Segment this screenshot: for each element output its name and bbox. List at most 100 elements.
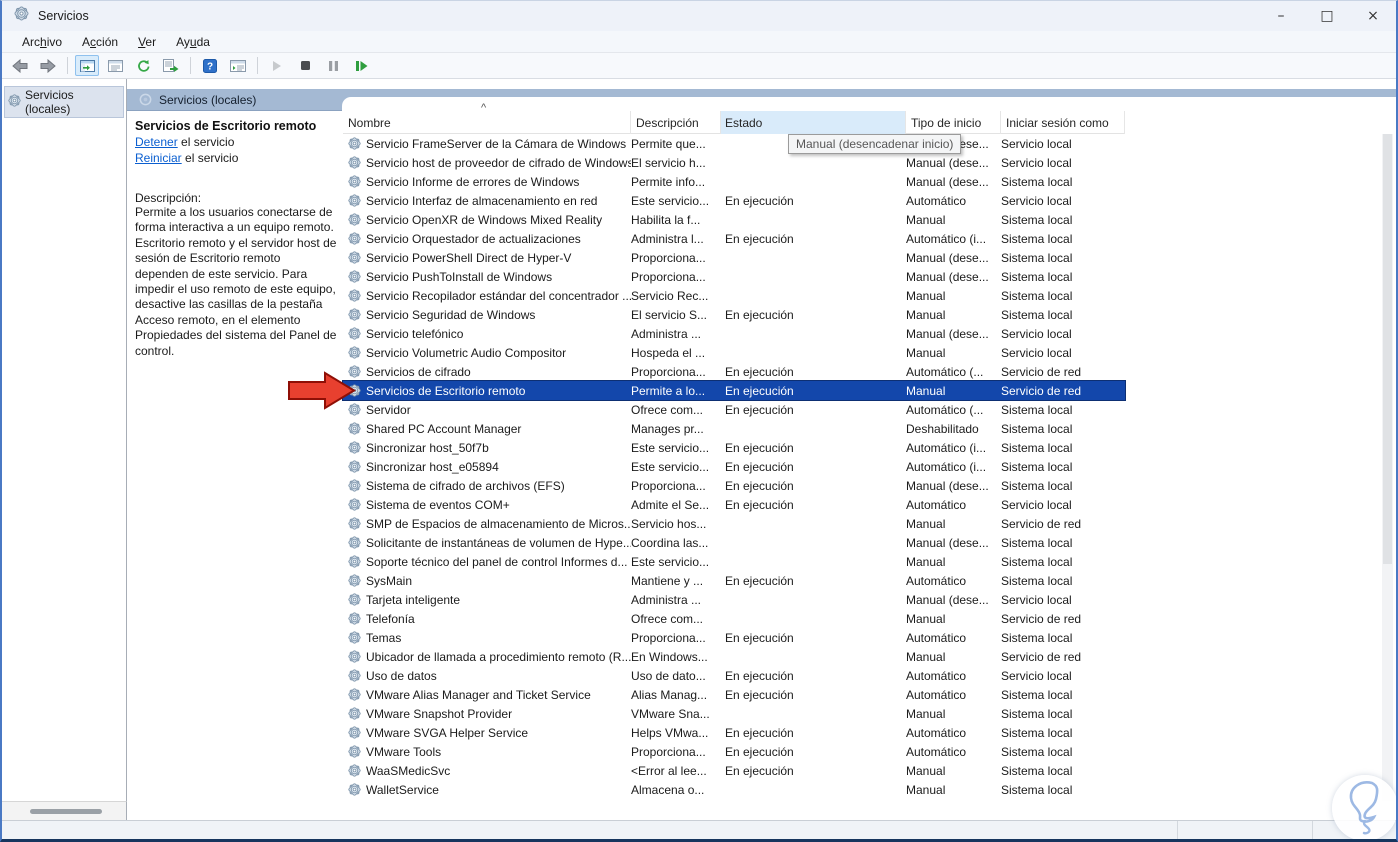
- service-startup-type-cell: Manual: [906, 307, 946, 322]
- table-row[interactable]: VMware Snapshot Provider VMware Sna... M…: [343, 704, 1125, 723]
- tree-horizontal-scrollbar[interactable]: [2, 801, 127, 820]
- scrollbar-thumb[interactable]: [30, 809, 102, 814]
- service-startup-type-cell: Automático: [906, 573, 967, 588]
- table-row[interactable]: Servicio Seguridad de Windows El servici…: [343, 305, 1125, 324]
- service-gear-icon: [348, 175, 361, 188]
- table-row[interactable]: SysMain Mantiene y ... En ejecución Auto…: [343, 571, 1125, 590]
- table-row[interactable]: SMP de Espacios de almacenamiento de Mic…: [343, 514, 1125, 533]
- service-gear-icon: [348, 460, 361, 473]
- table-row[interactable]: Servicio telefónico Administra ... Manua…: [343, 324, 1125, 343]
- start-service-icon[interactable]: [265, 55, 289, 76]
- table-row[interactable]: Tarjeta inteligente Administra ... Manua…: [343, 590, 1125, 609]
- selected-service-title: Servicios de Escritorio remoto: [135, 119, 317, 133]
- table-row[interactable]: Sincronizar host_50f7b Este servicio... …: [343, 438, 1125, 457]
- menu-item[interactable]: Ver: [128, 33, 166, 51]
- table-row[interactable]: Servicio Interfaz de almacenamiento en r…: [343, 191, 1125, 210]
- restart-service-link[interactable]: Reiniciar: [135, 151, 182, 165]
- table-row[interactable]: Servicio Orquestador de actualizaciones …: [343, 229, 1125, 248]
- table-row[interactable]: Servicios de Escritorio remoto Permite a…: [342, 380, 1126, 401]
- menu-item[interactable]: Acción: [72, 33, 128, 51]
- service-status-cell: En ejecución: [725, 231, 794, 246]
- table-row[interactable]: Uso de datos Uso de dato... En ejecución…: [343, 666, 1125, 685]
- refresh-icon[interactable]: [131, 55, 155, 76]
- table-row[interactable]: Temas Proporciona... En ejecución Automá…: [343, 628, 1125, 647]
- sort-ascending-icon: ^: [481, 102, 487, 114]
- table-row[interactable]: Servicio OpenXR de Windows Mixed Reality…: [343, 210, 1125, 229]
- stop-service-icon[interactable]: [293, 55, 317, 76]
- table-row[interactable]: VMware Alias Manager and Ticket Service …: [343, 685, 1125, 704]
- menu-item[interactable]: Ayuda: [166, 33, 220, 51]
- service-startup-type-cell: Manual (dese...: [906, 269, 989, 284]
- service-startup-type-cell: Automático (i...: [906, 459, 987, 474]
- column-header-tipo-de-inicio[interactable]: Tipo de inicio: [906, 111, 1001, 134]
- table-row[interactable]: Servicio FrameServer de la Cámara de Win…: [343, 134, 1125, 153]
- title-bar[interactable]: Servicios – □ ×: [2, 1, 1396, 31]
- table-row[interactable]: Ubicador de llamada a procedimiento remo…: [343, 647, 1125, 666]
- help-icon[interactable]: ?: [198, 55, 222, 76]
- show-console-tree-icon[interactable]: [75, 55, 99, 76]
- column-header-descripcion[interactable]: Descripción: [631, 111, 721, 134]
- table-row[interactable]: WaaSMedicSvc <Error al lee... En ejecuci…: [343, 761, 1125, 780]
- column-header-iniciar-sesion-como[interactable]: Iniciar sesión como: [1001, 111, 1125, 134]
- table-row[interactable]: Shared PC Account Manager Manages pr... …: [343, 419, 1125, 438]
- service-name-cell: SMP de Espacios de almacenamiento de Mic…: [343, 514, 631, 533]
- service-logon-as-cell: Sistema local: [1001, 307, 1073, 322]
- service-logon-as-cell: Servicio de red: [1001, 649, 1082, 664]
- menu-item[interactable]: Archivo: [12, 33, 72, 51]
- table-row[interactable]: Servicio PushToInstall de Windows Propor…: [343, 267, 1125, 286]
- restart-service-icon[interactable]: [349, 55, 373, 76]
- service-logon-as-cell: Sistema local: [1001, 421, 1073, 436]
- table-row[interactable]: Servicio Volumetric Audio Compositor Hos…: [343, 343, 1125, 362]
- maximize-button[interactable]: □: [1304, 1, 1350, 31]
- service-startup-type-cell: Deshabilitado: [906, 421, 979, 436]
- table-row[interactable]: Servicio PowerShell Direct de Hyper-V Pr…: [343, 248, 1125, 267]
- extended-view-icon[interactable]: [226, 55, 250, 76]
- properties-icon[interactable]: [103, 55, 127, 76]
- service-status-cell: [721, 153, 906, 172]
- service-startup-type-cell: Automático: [906, 725, 967, 740]
- table-row[interactable]: Servicio Informe de errores de Windows P…: [343, 172, 1125, 191]
- service-gear-icon: [348, 194, 361, 207]
- service-status-cell: En ejecución: [725, 478, 794, 493]
- minimize-button[interactable]: –: [1258, 1, 1304, 31]
- services-gear-icon: [8, 94, 21, 110]
- column-header-nombre[interactable]: Nombre ^: [343, 102, 631, 134]
- service-startup-type-cell: Manual: [906, 288, 946, 303]
- service-name: Servicio Volumetric Audio Compositor: [366, 345, 567, 360]
- export-list-icon[interactable]: [159, 55, 183, 76]
- console-tree-pane: Servicios (locales): [2, 79, 127, 801]
- scrollbar-thumb[interactable]: [1383, 134, 1392, 564]
- table-row[interactable]: VMware SVGA Helper Service Helps VMwa...…: [343, 723, 1125, 742]
- service-status-cell: En ejecución: [725, 573, 794, 588]
- forward-icon[interactable]: [36, 55, 60, 76]
- service-logon-as-cell: Sistema local: [1001, 725, 1073, 740]
- table-row[interactable]: Servicio Recopilador estándar del concen…: [343, 286, 1125, 305]
- table-row[interactable]: Telefonía Ofrece com... Manual Servicio …: [343, 609, 1125, 628]
- table-row[interactable]: Servicios de cifrado Proporciona... En e…: [343, 362, 1125, 381]
- pause-service-icon[interactable]: [321, 55, 345, 76]
- column-header-estado[interactable]: Estado: [721, 111, 906, 134]
- service-name-cell: Servicio host de proveedor de cifrado de…: [343, 153, 631, 172]
- service-status-cell: En ejecución: [725, 193, 794, 208]
- table-row[interactable]: Sistema de eventos COM+ Admite el Se... …: [343, 495, 1125, 514]
- table-row[interactable]: VMware Tools Proporciona... En ejecución…: [343, 742, 1125, 761]
- back-icon[interactable]: [8, 55, 32, 76]
- table-row[interactable]: Servidor Ofrece com... En ejecución Auto…: [343, 400, 1125, 419]
- service-status-cell: En ejecución: [725, 402, 794, 417]
- table-row[interactable]: Servicio host de proveedor de cifrado de…: [343, 153, 1125, 172]
- service-name: Tarjeta inteligente: [366, 592, 461, 607]
- service-name: SMP de Espacios de almacenamiento de Mic…: [366, 516, 631, 531]
- table-row[interactable]: Soporte técnico del panel de control Inf…: [343, 552, 1125, 571]
- table-row[interactable]: Sincronizar host_e05894 Este servicio...…: [343, 457, 1125, 476]
- tree-item-services-local[interactable]: Servicios (locales): [4, 86, 124, 118]
- service-gear-icon: [348, 346, 361, 359]
- table-row[interactable]: Solicitante de instantáneas de volumen d…: [343, 533, 1125, 552]
- table-row[interactable]: Sistema de cifrado de archivos (EFS) Pro…: [343, 476, 1125, 495]
- service-name: Ubicador de llamada a procedimiento remo…: [366, 649, 631, 664]
- list-vertical-scrollbar[interactable]: [1382, 134, 1393, 801]
- close-button[interactable]: ×: [1350, 1, 1396, 31]
- service-startup-type-cell: Automático (i...: [906, 440, 987, 455]
- service-name: Sistema de eventos COM+: [366, 497, 510, 512]
- stop-service-link[interactable]: Detener: [135, 135, 178, 149]
- table-row[interactable]: WalletService Almacena o... Manual Siste…: [343, 780, 1125, 799]
